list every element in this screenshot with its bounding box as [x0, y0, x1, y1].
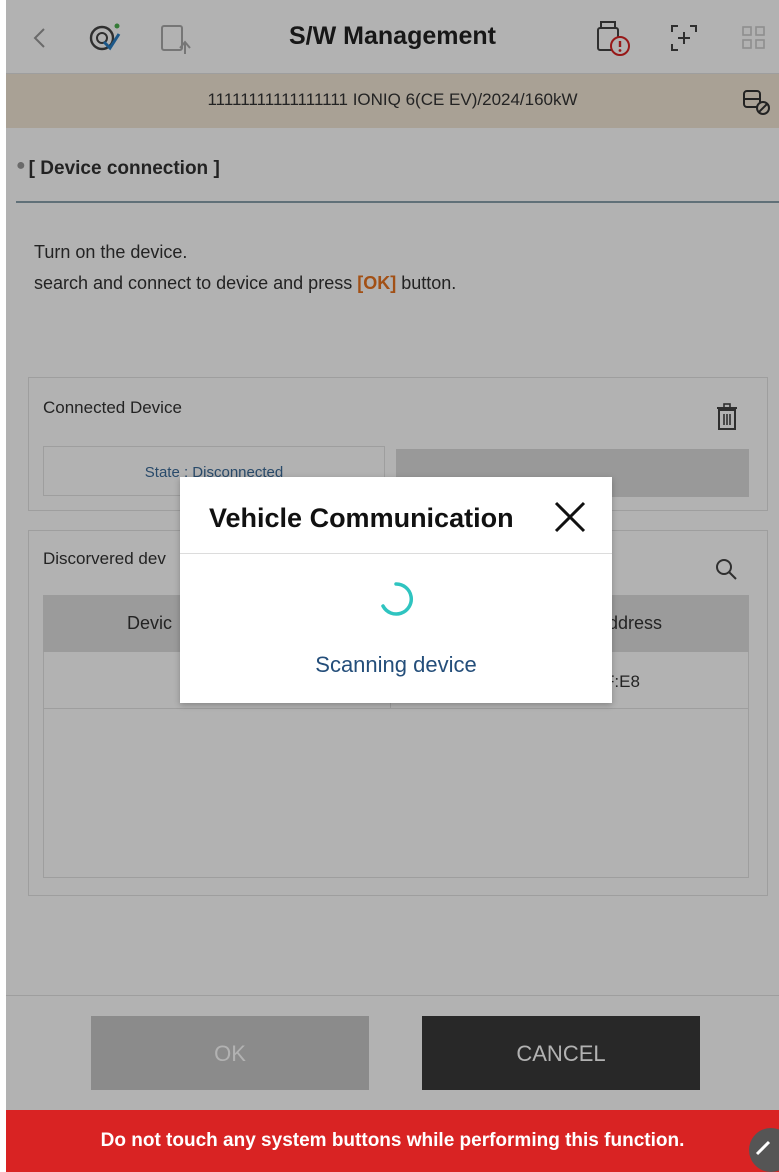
dialog-divider: [180, 553, 612, 554]
loading-spinner-icon: [381, 582, 413, 616]
warning-bar: Do not touch any system buttons while pe…: [6, 1110, 779, 1172]
close-icon[interactable]: [550, 497, 590, 537]
vehicle-communication-dialog: Vehicle Communication Scanning device: [180, 477, 612, 703]
dialog-title: Vehicle Communication: [209, 503, 514, 533]
pencil-icon: [755, 1140, 771, 1156]
app-screen: S/W Management 11111111111111111 IONIQ 6…: [6, 0, 779, 1172]
dialog-message: Scanning device: [315, 652, 477, 677]
